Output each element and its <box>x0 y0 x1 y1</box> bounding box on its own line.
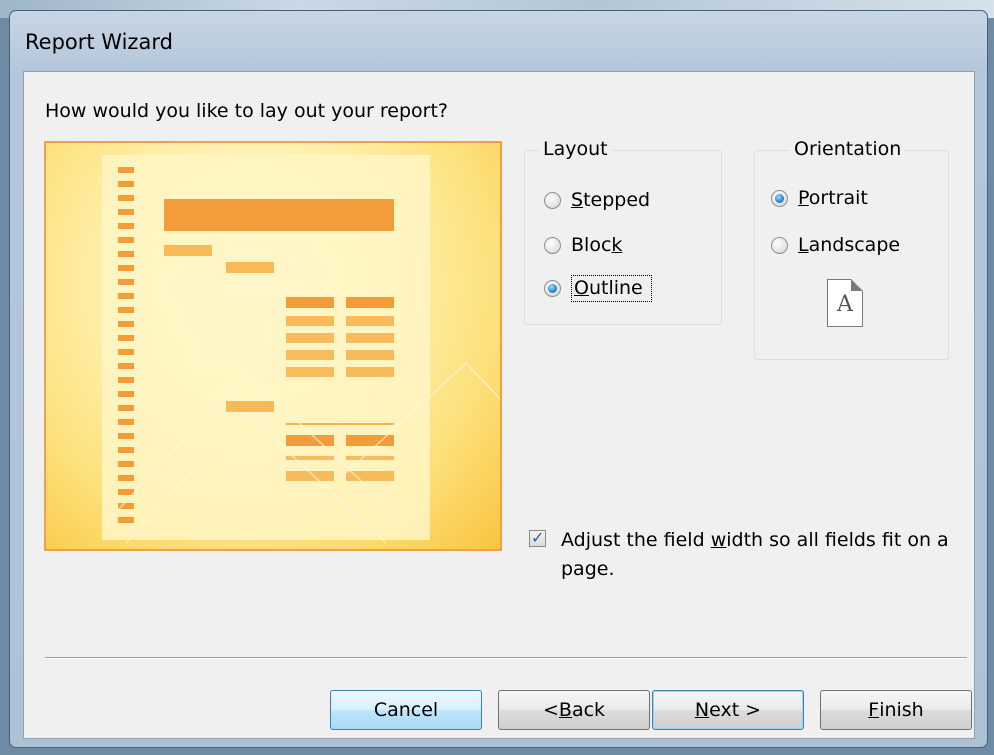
title-bar[interactable]: Report Wizard <box>10 11 987 71</box>
radio-outline[interactable]: Outline <box>544 275 652 302</box>
next-button[interactable]: Next > <box>652 690 804 730</box>
radio-outline-button[interactable] <box>544 280 561 297</box>
radio-portrait[interactable]: Portrait <box>771 187 868 209</box>
radio-outline-label: Outline <box>571 275 652 302</box>
preview-header-bar <box>164 199 394 231</box>
radio-block-label: Block <box>571 234 623 256</box>
radio-portrait-button[interactable] <box>771 189 788 207</box>
back-button[interactable]: < Back <box>498 690 650 730</box>
radio-landscape-label: Landscape <box>798 234 901 256</box>
orientation-group: Orientation Portrait Landscape A <box>754 138 949 360</box>
radio-portrait-label: Portrait <box>798 187 868 209</box>
radio-block-button[interactable] <box>544 236 561 254</box>
adjust-width-checkbox[interactable]: ✓ <box>529 528 546 547</box>
adjust-width-label[interactable]: Adjust the field width so all fields fit… <box>561 526 961 584</box>
report-wizard-dialog: Report Wizard How would you like to lay … <box>9 10 988 748</box>
layout-group-legend: Layout <box>539 138 612 160</box>
radio-landscape[interactable]: Landscape <box>771 234 900 256</box>
wizard-question: How would you like to lay out your repor… <box>45 100 448 122</box>
radio-block[interactable]: Block <box>544 234 622 256</box>
orientation-group-legend: Orientation <box>790 138 906 160</box>
radio-stepped-label: Stepped <box>571 189 651 211</box>
radio-landscape-button[interactable] <box>771 236 788 254</box>
cancel-button[interactable]: Cancel <box>330 690 482 730</box>
window-title: Report Wizard <box>25 30 173 54</box>
layout-group: Layout Stepped Block Outline <box>524 138 722 325</box>
radio-stepped[interactable]: Stepped <box>544 189 650 211</box>
portrait-page-icon: A <box>827 279 863 327</box>
layout-preview-image <box>44 141 502 551</box>
checkmark-icon: ✓ <box>531 528 545 547</box>
finish-button[interactable]: Finish <box>820 690 972 730</box>
radio-stepped-button[interactable] <box>544 191 561 209</box>
dialog-content: How would you like to lay out your repor… <box>23 71 975 739</box>
button-separator <box>45 657 967 659</box>
